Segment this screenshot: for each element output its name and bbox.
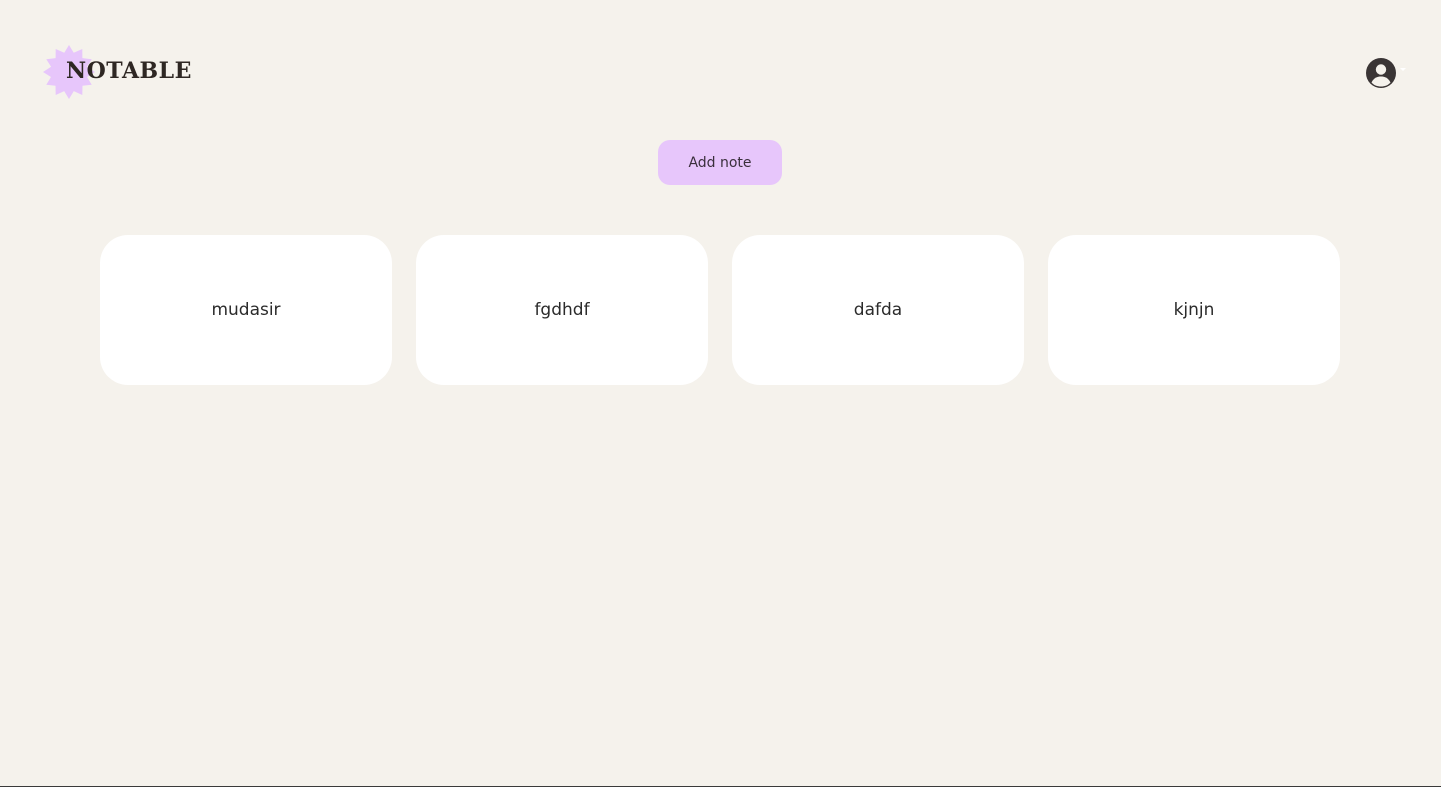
account-menu[interactable] (1365, 57, 1409, 89)
logo-text: NOTABLE (66, 58, 192, 84)
notes-page: NOTABLE Add note mudasir fgdhdf dafda kj… (0, 0, 1441, 787)
logo[interactable]: NOTABLE (40, 44, 200, 102)
note-card[interactable]: dafda (732, 235, 1024, 385)
note-title: kjnjn (1173, 300, 1215, 320)
note-title: mudasir (211, 300, 281, 320)
add-note-button[interactable]: Add note (658, 140, 782, 185)
chevron-down-icon (1400, 68, 1406, 71)
note-card[interactable]: mudasir (100, 235, 392, 385)
note-title: fgdhdf (534, 300, 590, 320)
notes-grid: mudasir fgdhdf dafda kjnjn (100, 235, 1340, 385)
note-card[interactable]: fgdhdf (416, 235, 708, 385)
note-title: dafda (853, 300, 903, 320)
header: NOTABLE (0, 0, 1441, 140)
user-circle-icon (1366, 58, 1396, 88)
note-card[interactable]: kjnjn (1048, 235, 1340, 385)
